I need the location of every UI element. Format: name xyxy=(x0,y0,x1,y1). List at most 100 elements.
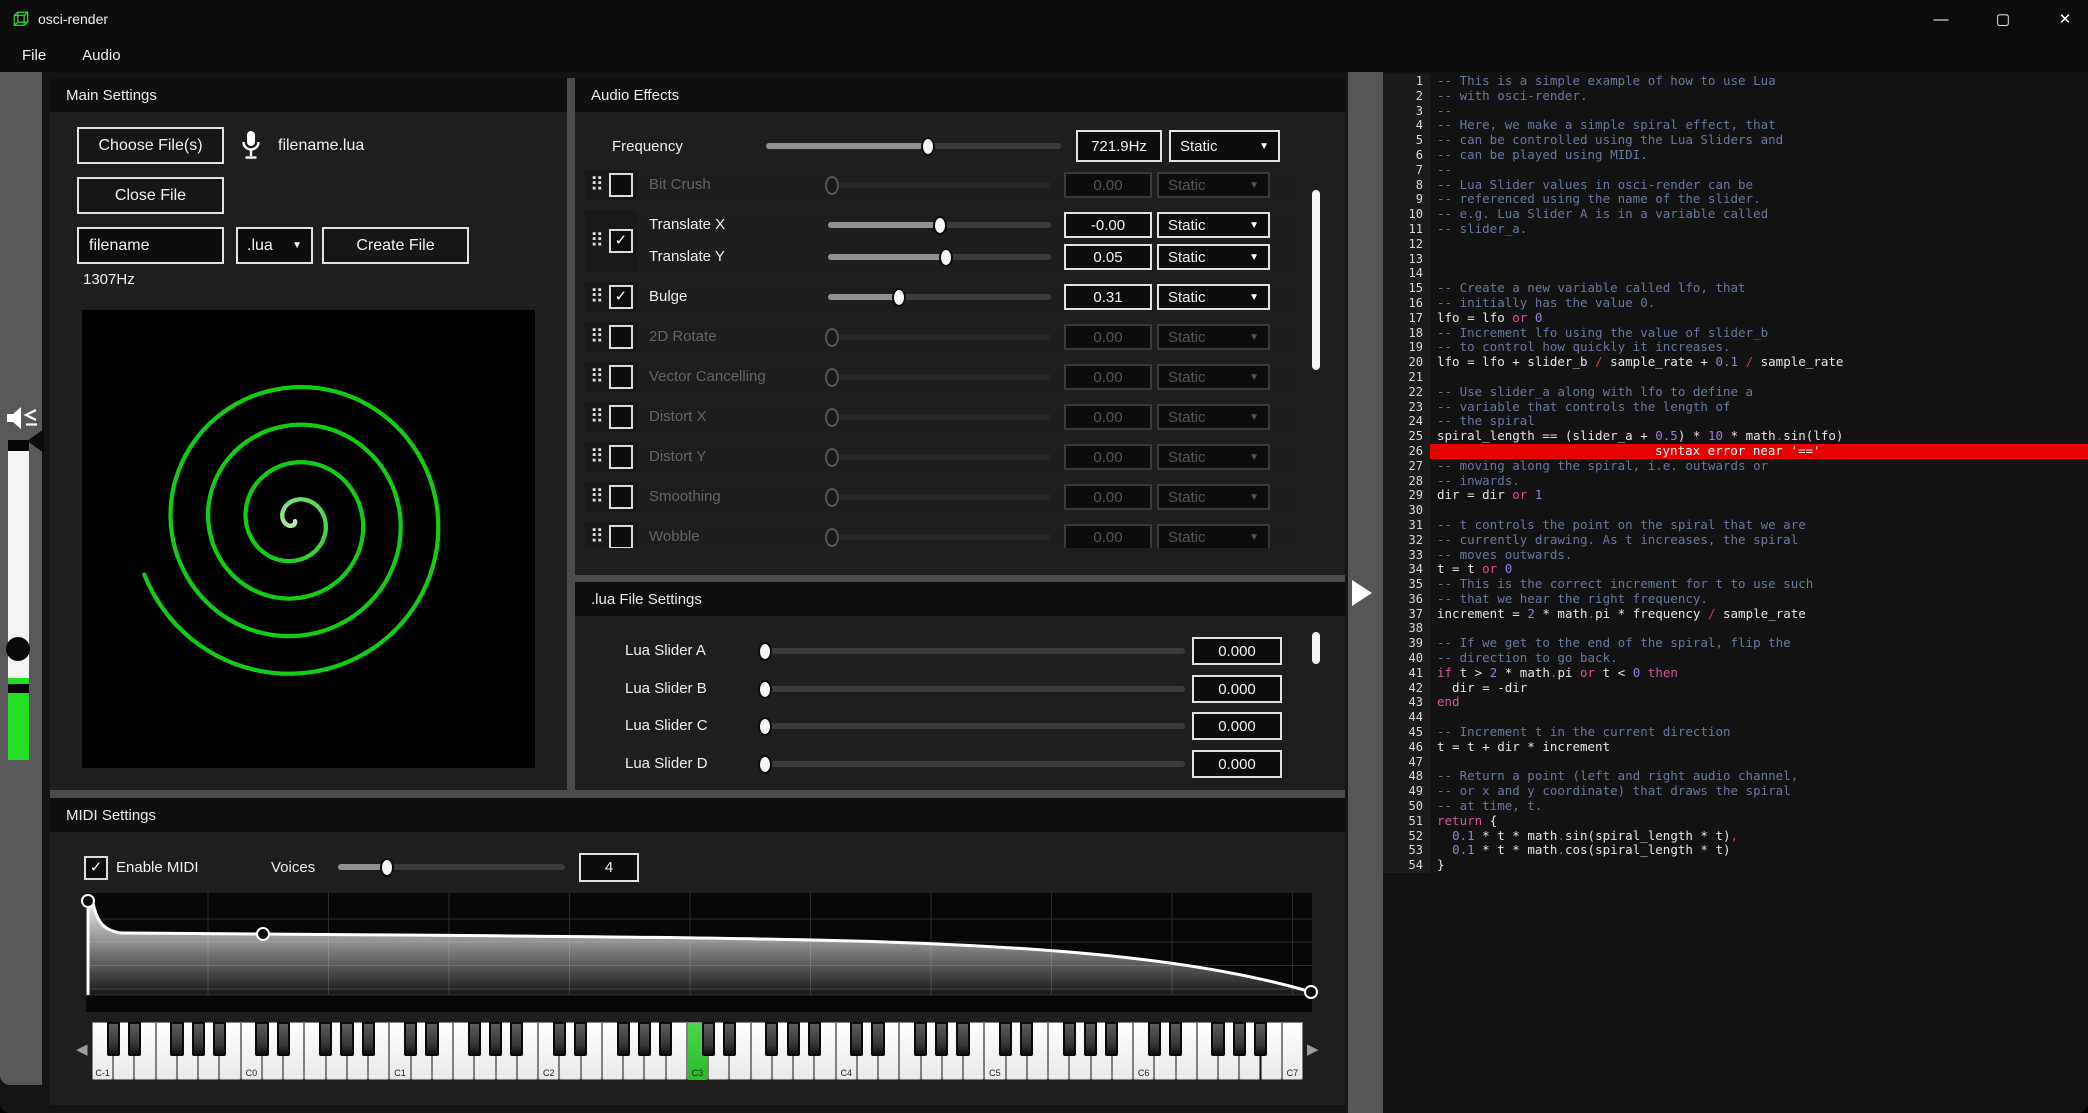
volume-thumb[interactable] xyxy=(6,637,30,661)
effect-checkbox[interactable] xyxy=(609,173,633,197)
code-line[interactable]: 42 dir = -dir xyxy=(1383,681,2088,696)
piano-key-black[interactable] xyxy=(277,1022,290,1056)
code-line[interactable]: 10-- e.g. Lua Slider A is in a variable … xyxy=(1383,207,2088,222)
piano-key-black[interactable] xyxy=(638,1022,651,1056)
drag-handle-icon[interactable]: ⠿ xyxy=(590,526,604,549)
frequency-slider[interactable] xyxy=(766,131,1061,161)
code-line[interactable]: 1-- This is a simple example of how to u… xyxy=(1383,74,2088,89)
lua-slider[interactable] xyxy=(765,711,1185,741)
lua-slider[interactable] xyxy=(765,674,1185,704)
effect-checkbox[interactable] xyxy=(609,525,633,548)
slider-knob[interactable] xyxy=(758,755,772,774)
drag-handle-icon[interactable]: ⠿ xyxy=(590,446,604,469)
drag-handle-icon[interactable]: ⠿ xyxy=(590,230,604,253)
piano-key-black[interactable] xyxy=(723,1022,736,1056)
effect-mode-dropdown[interactable]: Static▼ xyxy=(1157,244,1270,270)
effect-slider[interactable] xyxy=(828,482,1051,512)
piano-key-black[interactable] xyxy=(914,1022,927,1056)
code-line[interactable]: 3-- xyxy=(1383,104,2088,119)
effect-mode-dropdown[interactable]: Static▼ xyxy=(1157,284,1270,310)
code-line[interactable]: 19-- to control how quickly it increases… xyxy=(1383,340,2088,355)
piano-key-black[interactable] xyxy=(255,1022,268,1056)
code-line[interactable]: 14 xyxy=(1383,266,2088,281)
effect-value-input[interactable]: 0.00 xyxy=(1064,404,1152,430)
volume-marker-triangle[interactable] xyxy=(27,429,44,453)
slider-knob[interactable] xyxy=(825,408,839,427)
code-line[interactable]: 5-- can be controlled using the Lua Slid… xyxy=(1383,133,2088,148)
slider-knob[interactable] xyxy=(825,176,839,195)
code-line[interactable]: 17lfo = lfo or 0 xyxy=(1383,311,2088,326)
microphone-icon[interactable] xyxy=(239,129,263,162)
slider-knob[interactable] xyxy=(825,328,839,347)
lua-scrollbar[interactable] xyxy=(1312,632,1320,664)
piano-key-black[interactable] xyxy=(213,1022,226,1056)
code-line[interactable]: 38 xyxy=(1383,621,2088,636)
effect-checkbox[interactable] xyxy=(609,405,633,429)
code-line[interactable]: 6-- can be played using MIDI. xyxy=(1383,148,2088,163)
maximize-button[interactable]: ▢ xyxy=(1994,10,2012,28)
code-line[interactable]: 29dir = dir or 1 xyxy=(1383,488,2088,503)
piano-key-black[interactable] xyxy=(1233,1022,1246,1056)
code-line[interactable]: 7-- xyxy=(1383,163,2088,178)
effect-mode-dropdown[interactable]: Static▼ xyxy=(1157,524,1270,548)
piano-key-black[interactable] xyxy=(468,1022,481,1056)
piano-key-black[interactable] xyxy=(999,1022,1012,1056)
code-editor[interactable]: 1-- This is a simple example of how to u… xyxy=(1383,72,2088,1113)
code-line[interactable]: 47 xyxy=(1383,755,2088,770)
keyboard-left-arrow[interactable]: ◀ xyxy=(76,1040,88,1058)
effect-value-input[interactable]: 0.00 xyxy=(1064,364,1152,390)
effect-value-input[interactable]: 0.00 xyxy=(1064,444,1152,470)
effect-slider[interactable] xyxy=(828,170,1051,200)
slider-knob[interactable] xyxy=(825,528,839,547)
slider-knob[interactable] xyxy=(933,216,947,235)
effect-value-input[interactable]: 0.05 xyxy=(1064,244,1152,270)
code-line[interactable]: 37increment = 2 * math.pi * frequency / … xyxy=(1383,607,2088,622)
effect-checkbox[interactable] xyxy=(609,325,633,349)
effect-slider[interactable] xyxy=(828,442,1051,472)
code-line[interactable]: 13 xyxy=(1383,252,2088,267)
piano-key-black[interactable] xyxy=(362,1022,375,1056)
drag-handle-icon[interactable]: ⠿ xyxy=(590,406,604,429)
piano-key-black[interactable] xyxy=(617,1022,630,1056)
piano-key-black[interactable] xyxy=(1063,1022,1076,1056)
code-line[interactable]: 35-- This is the correct increment for t… xyxy=(1383,577,2088,592)
code-line[interactable]: 41if t > 2 * math.pi or t < 0 then xyxy=(1383,666,2088,681)
code-line[interactable]: 22-- Use slider_a along with lfo to defi… xyxy=(1383,385,2088,400)
effect-checkbox[interactable]: ✓ xyxy=(609,285,633,309)
code-line[interactable]: 27-- moving along the spiral, i.e. outwa… xyxy=(1383,459,2088,474)
close-button[interactable]: ✕ xyxy=(2056,10,2074,28)
effect-checkbox[interactable]: ✓ xyxy=(609,229,633,253)
code-line[interactable]: 2-- with osci-render. xyxy=(1383,89,2088,104)
code-line[interactable]: 40-- direction to go back. xyxy=(1383,651,2088,666)
effect-mode-dropdown[interactable]: Static▼ xyxy=(1157,172,1270,198)
slider-knob[interactable] xyxy=(825,368,839,387)
code-line[interactable]: 32-- currently drawing. As t increases, … xyxy=(1383,533,2088,548)
slider-knob[interactable] xyxy=(892,288,906,307)
code-line[interactable]: 51return { xyxy=(1383,814,2088,829)
effect-value-input[interactable]: 0.00 xyxy=(1064,484,1152,510)
effect-slider[interactable] xyxy=(828,282,1051,312)
code-line[interactable]: 48-- Return a point (left and right audi… xyxy=(1383,769,2088,784)
effect-value-input[interactable]: 0.00 xyxy=(1064,524,1152,548)
piano-key-black[interactable] xyxy=(1084,1022,1097,1056)
piano-key-black[interactable] xyxy=(787,1022,800,1056)
piano-key-white[interactable]: C7 xyxy=(1282,1022,1303,1080)
drag-handle-icon[interactable]: ⠿ xyxy=(590,174,604,197)
keyboard-right-arrow[interactable]: ▶ xyxy=(1307,1040,1319,1058)
effect-slider[interactable] xyxy=(828,402,1051,432)
choose-files-button[interactable]: Choose File(s) xyxy=(77,127,224,164)
code-line[interactable]: 45-- Increment t in the current directio… xyxy=(1383,725,2088,740)
code-line[interactable]: 11-- slider_a. xyxy=(1383,222,2088,237)
drag-handle-icon[interactable]: ⠿ xyxy=(590,286,604,309)
code-line[interactable]: 43end xyxy=(1383,695,2088,710)
effect-value-input[interactable]: -0.00 xyxy=(1064,212,1152,238)
effect-slider[interactable] xyxy=(828,242,1051,272)
effect-slider[interactable] xyxy=(828,322,1051,352)
collapse-editor-icon[interactable] xyxy=(1352,580,1372,606)
drag-handle-icon[interactable]: ⠿ xyxy=(590,486,604,509)
code-line[interactable]: 52 0.1 * t * math.sin(spiral_length * t)… xyxy=(1383,829,2088,844)
piano-key-black[interactable] xyxy=(1020,1022,1033,1056)
code-line[interactable]: 12 xyxy=(1383,237,2088,252)
drag-handle-icon[interactable]: ⠿ xyxy=(590,366,604,389)
effect-checkbox[interactable] xyxy=(609,365,633,389)
